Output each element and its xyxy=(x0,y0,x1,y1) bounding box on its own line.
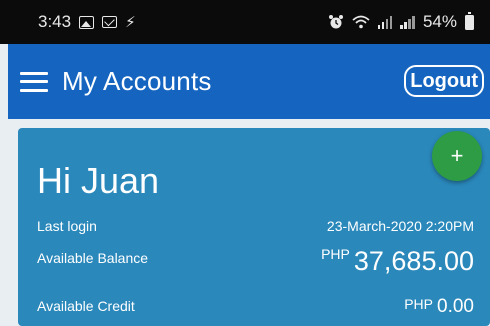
status-bar: 3:43 ⚡ 54% xyxy=(0,0,490,44)
last-login-value: 23-March-2020 2:20PM xyxy=(326,218,474,234)
greeting: Hi Juan xyxy=(37,160,160,201)
status-left: 3:43 ⚡ xyxy=(38,12,136,32)
battery-percent: 54% xyxy=(422,12,457,31)
credit-amount: 0.00 xyxy=(437,296,474,317)
signal-icon xyxy=(377,15,393,29)
usb-icon: ⚡ xyxy=(125,13,136,31)
last-login-label: Last login xyxy=(37,218,97,234)
app-bar: My Accounts Logout xyxy=(8,44,490,119)
add-fab-button[interactable]: + xyxy=(432,131,482,181)
status-right: 54% xyxy=(328,11,474,32)
signal-icon xyxy=(400,15,415,29)
hamburger-menu-icon[interactable] xyxy=(20,71,48,92)
credit-currency: PHP xyxy=(404,296,434,312)
plus-icon: + xyxy=(450,143,464,168)
alarm-icon xyxy=(328,14,344,30)
available-balance-label: Available Balance xyxy=(37,250,149,266)
wifi-icon xyxy=(352,15,370,29)
logout-button[interactable]: Logout xyxy=(404,65,484,97)
available-balance-value: PHP 37,685.00 xyxy=(321,246,474,277)
balance-amount: 37,685.00 xyxy=(353,246,474,276)
available-credit-value: PHP 0.00 xyxy=(404,296,474,318)
page-title: My Accounts xyxy=(62,66,212,96)
balance-currency: PHP xyxy=(321,246,350,262)
mail-icon xyxy=(102,16,118,28)
image-icon xyxy=(79,15,95,29)
battery-icon xyxy=(465,11,474,30)
status-time: 3:43 xyxy=(38,12,72,31)
available-credit-label: Available Credit xyxy=(37,298,135,314)
account-summary-card: Hi Juan Last login 23-March-2020 2:20PM … xyxy=(18,128,490,326)
